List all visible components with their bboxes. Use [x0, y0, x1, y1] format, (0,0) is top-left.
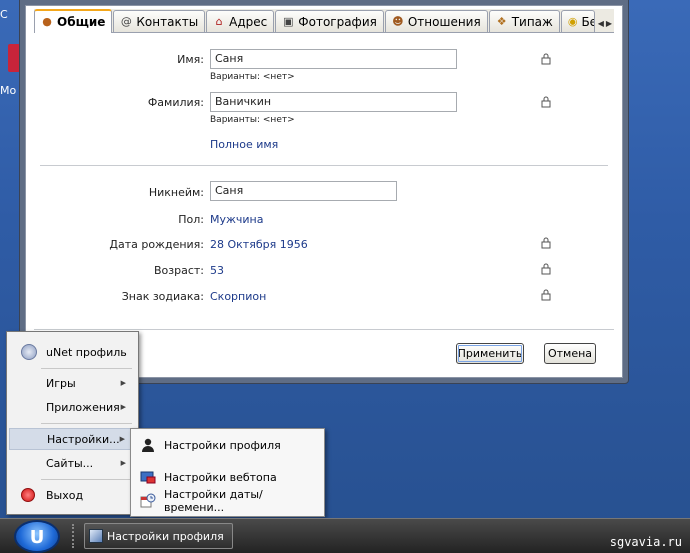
menu-separator [41, 368, 132, 369]
user-icon [142, 438, 154, 452]
birthdate-label: Дата рождения: [109, 238, 204, 251]
window-icon [89, 529, 103, 543]
tag-icon: ❖ [496, 14, 507, 28]
menu-item-label: Настройки... [47, 432, 120, 446]
menu-item-games[interactable]: Игры ▶ [9, 372, 136, 394]
tab-address[interactable]: ⌂ Адрес [206, 10, 275, 32]
submenu-arrow-icon: ▶ [119, 435, 125, 443]
scroll-left-icon[interactable]: ◀ [598, 19, 604, 28]
tab-type[interactable]: ❖ Типаж [488, 10, 560, 32]
menu-item-label: Выход [46, 488, 84, 502]
apply-button[interactable]: Применить [456, 343, 524, 364]
start-button-label: U [29, 527, 45, 548]
cancel-button[interactable]: Отмена [544, 343, 596, 364]
taskbar-grip[interactable] [72, 524, 78, 548]
people-icon: ☻ [392, 14, 404, 28]
calendar-clock-icon [140, 493, 156, 508]
lock-icon[interactable] [541, 53, 551, 65]
webtop-icon [140, 471, 156, 484]
taskbar-item-label: Настройки профиля [107, 529, 224, 543]
tab-label: Безопасность [581, 14, 593, 29]
first-name-variants: Варианты: <нет> [210, 72, 295, 82]
section-divider [40, 165, 608, 166]
tab-scroll-buttons: ◀ ▶ [596, 19, 614, 32]
tab-label: Адрес [229, 14, 268, 29]
lock-icon[interactable] [541, 289, 551, 301]
zodiac-label: Знак зодиака: [121, 290, 204, 303]
general-panel: Имя: Саня Варианты: <нет> Фамилия: Ванич… [34, 33, 614, 377]
submenu-arrow-icon: ▶ [120, 403, 126, 411]
submenu-item-label: Настройки даты/времени... [164, 488, 263, 514]
window-client-area: ● Общие @ Контакты ⌂ Адрес ▣ Фотография … [25, 5, 623, 378]
tab-relations[interactable]: ☻ Отношения [384, 10, 488, 32]
buttons-divider [34, 329, 614, 330]
lock-icon[interactable] [541, 96, 551, 108]
last-name-variants: Варианты: <нет> [210, 115, 295, 125]
lock-icon[interactable] [541, 237, 551, 249]
tab-label: Отношения [407, 14, 481, 29]
tab-photo[interactable]: ▣ Фотография [275, 10, 384, 32]
first-name-field[interactable]: Саня [210, 49, 457, 69]
gender-label: Пол: [178, 213, 204, 226]
at-icon: @ [120, 14, 132, 28]
menu-item-sites[interactable]: Сайты... ▶ [9, 452, 136, 474]
nickname-field[interactable]: Саня [210, 181, 397, 201]
submenu-item-label: Настройки вебтопа [164, 470, 277, 484]
power-icon [21, 488, 35, 502]
birthdate-value[interactable]: 28 Октября 1956 [210, 238, 308, 251]
menu-item-label: Приложения [46, 400, 120, 414]
zodiac-value: Скорпион [210, 290, 267, 303]
lock-icon[interactable] [541, 263, 551, 275]
menu-item-unet-profile[interactable]: uNet профиль [9, 341, 136, 363]
age-value: 53 [210, 264, 224, 277]
gender-value[interactable]: Мужчина [210, 213, 264, 226]
tab-label: Типаж [511, 14, 553, 29]
profile-settings-window: ● Общие @ Контакты ⌂ Адрес ▣ Фотография … [19, 0, 629, 384]
camera-icon: ▣ [283, 14, 294, 28]
tab-label: Фотография [298, 14, 377, 29]
menu-item-apps[interactable]: Приложения ▶ [9, 396, 136, 418]
nickname-label: Никнейм: [148, 186, 204, 199]
unet-profile-icon [21, 344, 37, 360]
tab-security[interactable]: ◉ Безопасность [560, 10, 595, 32]
taskbar-item-profile-settings[interactable]: Настройки профиля [84, 523, 233, 549]
settings-submenu: Настройки профиля Настройки вебтопа Наст… [130, 428, 325, 517]
menu-item-label: uNet профиль [46, 345, 127, 359]
first-name-label: Имя: [177, 53, 204, 66]
house-icon: ⌂ [215, 14, 223, 28]
scroll-right-icon[interactable]: ▶ [606, 19, 612, 28]
submenu-item-datetime-settings[interactable]: Настройки даты/времени... [133, 488, 322, 514]
tab-label: Контакты [136, 14, 199, 29]
person-icon: ● [42, 15, 52, 28]
menu-item-settings[interactable]: Настройки... ▶ [9, 428, 136, 450]
menu-item-label: Сайты... [46, 456, 94, 470]
tab-bar: ● Общие @ Контакты ⌂ Адрес ▣ Фотография … [34, 9, 614, 33]
submenu-item-profile-settings[interactable]: Настройки профиля [133, 432, 322, 458]
age-label: Возраст: [153, 264, 204, 277]
menu-separator [41, 479, 132, 480]
tab-contacts[interactable]: @ Контакты [113, 10, 206, 32]
submenu-item-webtop-settings[interactable]: Настройки вебтопа [133, 464, 322, 490]
start-button[interactable]: U [14, 520, 60, 553]
last-name-label: Фамилия: [147, 96, 204, 109]
submenu-arrow-icon: ▶ [120, 379, 126, 387]
full-name-link[interactable]: Полное имя [210, 138, 278, 151]
menu-item-exit[interactable]: Выход [9, 484, 136, 506]
menu-item-label: Игры [46, 376, 76, 390]
last-name-field[interactable]: Ваничкин [210, 92, 457, 112]
lock-icon: ◉ [567, 14, 578, 28]
submenu-item-label: Настройки профиля [164, 438, 281, 452]
tab-general[interactable]: ● Общие [34, 9, 113, 33]
submenu-arrow-icon: ▶ [120, 459, 126, 467]
tab-label: Общие [57, 15, 106, 29]
menu-separator [41, 423, 132, 424]
watermark: sgvavia.ru [609, 535, 682, 549]
start-menu: uNet профиль Игры ▶ Приложения ▶ Настрой… [6, 331, 139, 515]
